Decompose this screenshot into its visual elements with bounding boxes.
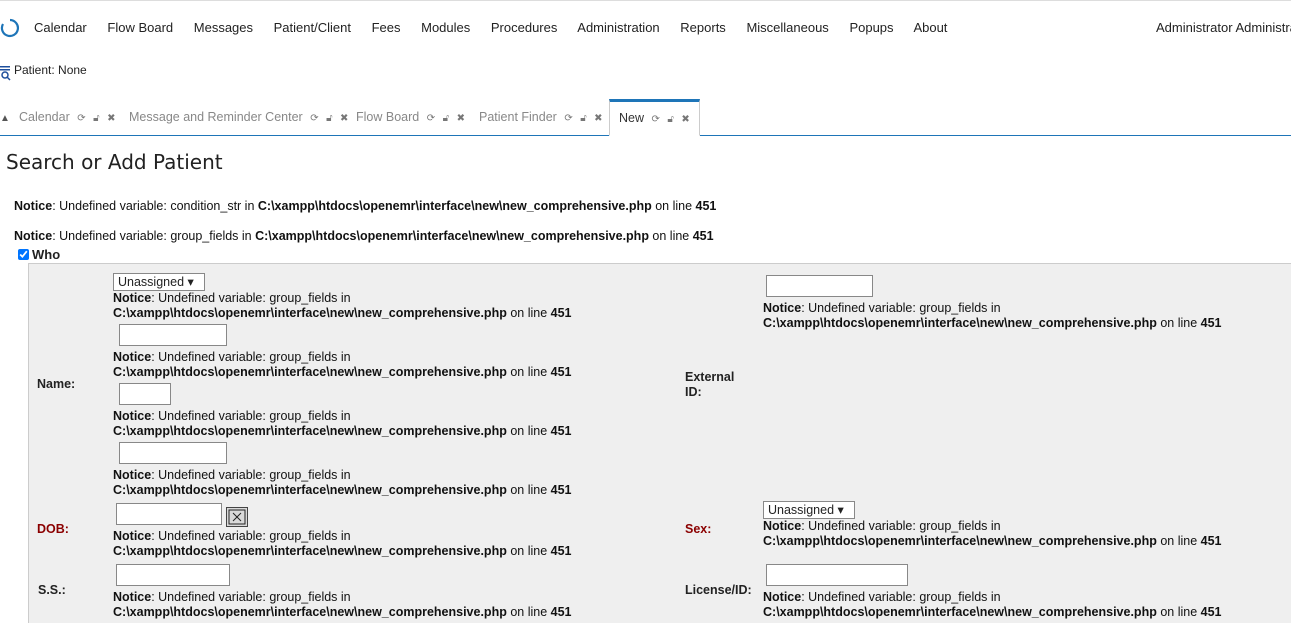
refresh-icon[interactable]: ⟳ <box>77 113 85 124</box>
last-name-input[interactable] <box>119 442 227 464</box>
tab-label: New <box>619 111 645 125</box>
tab-label: Patient Finder <box>479 110 557 124</box>
menu-popups[interactable]: Popups <box>849 20 893 35</box>
menu-patient-client[interactable]: Patient/Client <box>274 20 351 35</box>
close-icon[interactable]: ✖ <box>107 113 115 124</box>
main-menu-bar: Calendar Flow Board Messages Patient/Cli… <box>0 14 1291 42</box>
tab-new[interactable]: New ⟳ 🔓︎ ✖ <box>609 99 700 136</box>
close-icon[interactable]: ✖ <box>457 113 465 124</box>
menu-reports[interactable]: Reports <box>680 20 726 35</box>
close-icon[interactable]: ✖ <box>594 113 602 124</box>
calendar-picker-icon[interactable] <box>226 507 248 527</box>
first-name-input[interactable] <box>119 324 227 346</box>
middle-name-input[interactable] <box>119 383 171 405</box>
title-select[interactable]: Unassigned ▾ <box>113 273 205 291</box>
patient-label: Patient: None <box>14 63 87 77</box>
ss-label: S.S.: <box>38 583 66 597</box>
name-label: Name: <box>37 377 76 391</box>
notice-first-name: Notice: Undefined variable: group_fields… <box>113 350 572 379</box>
tab-calendar[interactable]: Calendar ⟳ 🔓︎ ✖ <box>19 99 115 136</box>
lock-icon[interactable]: 🔓︎ <box>443 113 449 124</box>
menu-procedures[interactable]: Procedures <box>491 20 557 35</box>
close-icon[interactable]: ✖ <box>340 113 348 124</box>
license-id-label: License/ID: <box>685 583 752 597</box>
tab-label: Flow Board <box>356 110 420 124</box>
refresh-icon[interactable]: ⟳ <box>427 113 435 124</box>
tab-patient-finder[interactable]: Patient Finder ⟳ 🔓︎ ✖ <box>479 99 603 136</box>
tab-label: Message and Reminder Center <box>129 110 303 124</box>
dob-input[interactable] <box>116 503 222 525</box>
user-menu[interactable]: Administrator Administrator <box>1156 20 1291 35</box>
tab-label: Calendar <box>19 110 70 124</box>
top-border <box>0 0 1291 4</box>
refresh-icon[interactable]: ⟳ <box>564 113 572 124</box>
refresh-icon[interactable]: ⟳ <box>652 114 660 125</box>
menu-modules[interactable]: Modules <box>421 20 470 35</box>
patient-search-icon[interactable] <box>0 66 12 82</box>
tab-bar: Calendar ⟳ 🔓︎ ✖ Message and Reminder Cen… <box>0 99 1291 136</box>
license-id-input[interactable] <box>766 564 908 586</box>
notice-dob: Notice: Undefined variable: group_fields… <box>113 529 572 558</box>
refresh-icon[interactable]: ⟳ <box>310 113 318 124</box>
tab-flow-board[interactable]: Flow Board ⟳ 🔓︎ ✖ <box>356 99 465 136</box>
menu-messages[interactable]: Messages <box>194 20 253 35</box>
who-label: Who <box>32 247 61 262</box>
notice-last-name: Notice: Undefined variable: group_fields… <box>113 468 572 497</box>
close-icon[interactable]: ✖ <box>681 114 689 125</box>
who-section-toggle[interactable]: Who <box>18 247 60 262</box>
notice-condition-str: Notice: Undefined variable: condition_st… <box>14 199 717 213</box>
lock-icon[interactable]: 🔓︎ <box>93 113 99 124</box>
openemr-logo-icon[interactable] <box>0 18 20 38</box>
dob-label: DOB: <box>37 522 69 536</box>
notice-group-fields: Notice: Undefined variable: group_fields… <box>14 229 714 243</box>
notice-title: Notice: Undefined variable: group_fields… <box>113 291 572 320</box>
sex-select[interactable]: Unassigned ▾ <box>763 501 855 519</box>
notice-sex: Notice: Undefined variable: group_fields… <box>763 519 1222 548</box>
menu-miscellaneous[interactable]: Miscellaneous <box>746 20 828 35</box>
sex-label: Sex: <box>685 522 712 536</box>
menu-items: Calendar Flow Board Messages Patient/Cli… <box>34 20 964 35</box>
menu-about[interactable]: About <box>913 20 947 35</box>
notice-middle-name: Notice: Undefined variable: group_fields… <box>113 409 572 438</box>
ss-input[interactable] <box>116 564 230 586</box>
tab-message-reminder-center[interactable]: Message and Reminder Center ⟳ 🔓︎ ✖ <box>129 99 348 136</box>
lock-icon[interactable]: 🔓︎ <box>580 113 586 124</box>
lock-icon[interactable]: 🔓︎ <box>667 114 673 125</box>
menu-fees[interactable]: Fees <box>372 20 401 35</box>
notice-external-id: Notice: Undefined variable: group_fields… <box>763 301 1222 330</box>
page-title: Search or Add Patient <box>6 150 223 174</box>
menu-calendar[interactable]: Calendar <box>34 20 87 35</box>
lock-icon[interactable]: 🔓︎ <box>326 113 332 124</box>
who-checkbox[interactable] <box>18 249 29 260</box>
menu-flow-board[interactable]: Flow Board <box>107 20 173 35</box>
external-id-input[interactable] <box>766 275 873 297</box>
external-id-label: External ID: <box>685 370 735 399</box>
menu-administration[interactable]: Administration <box>577 20 659 35</box>
